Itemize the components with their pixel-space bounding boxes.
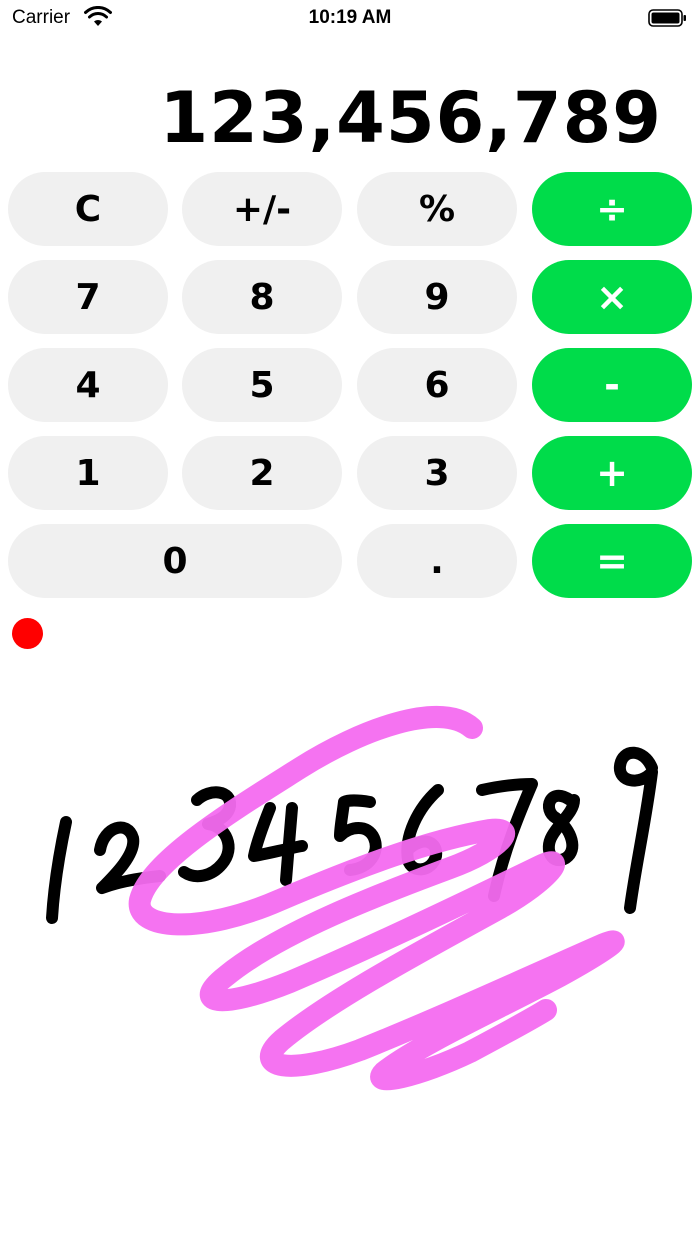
digit-6-button[interactable]: 6 (357, 348, 517, 422)
clear-button[interactable]: C (8, 172, 168, 246)
multiply-button[interactable]: × (532, 260, 692, 334)
divide-button[interactable]: ÷ (532, 172, 692, 246)
digit-2-button[interactable]: 2 (182, 436, 342, 510)
plus-button[interactable]: + (532, 436, 692, 510)
decimal-button[interactable]: . (357, 524, 517, 598)
digit-1-button[interactable]: 1 (8, 436, 168, 510)
scribble-overlay (128, 706, 625, 1091)
battery-icon (648, 9, 686, 27)
percent-button[interactable]: % (357, 172, 517, 246)
minus-button[interactable]: - (532, 348, 692, 422)
calculator-display: 123,456,789 (159, 77, 662, 159)
digit-3-button[interactable]: 3 (357, 436, 517, 510)
digit-0-button[interactable]: 0 (8, 524, 342, 598)
digit-5-button[interactable]: 5 (182, 348, 342, 422)
sign-toggle-button[interactable]: +/- (182, 172, 342, 246)
digit-8-button[interactable]: 8 (182, 260, 342, 334)
status-bar: Carrier 10:19 AM (0, 0, 700, 36)
drawing-canvas[interactable] (0, 660, 700, 1244)
digit-7-button[interactable]: 7 (8, 260, 168, 334)
digit-9-button[interactable]: 9 (357, 260, 517, 334)
equals-button[interactable]: = (532, 524, 692, 598)
record-indicator[interactable] (12, 618, 43, 649)
status-time: 10:19 AM (308, 7, 392, 28)
digit-4-button[interactable]: 4 (8, 348, 168, 422)
